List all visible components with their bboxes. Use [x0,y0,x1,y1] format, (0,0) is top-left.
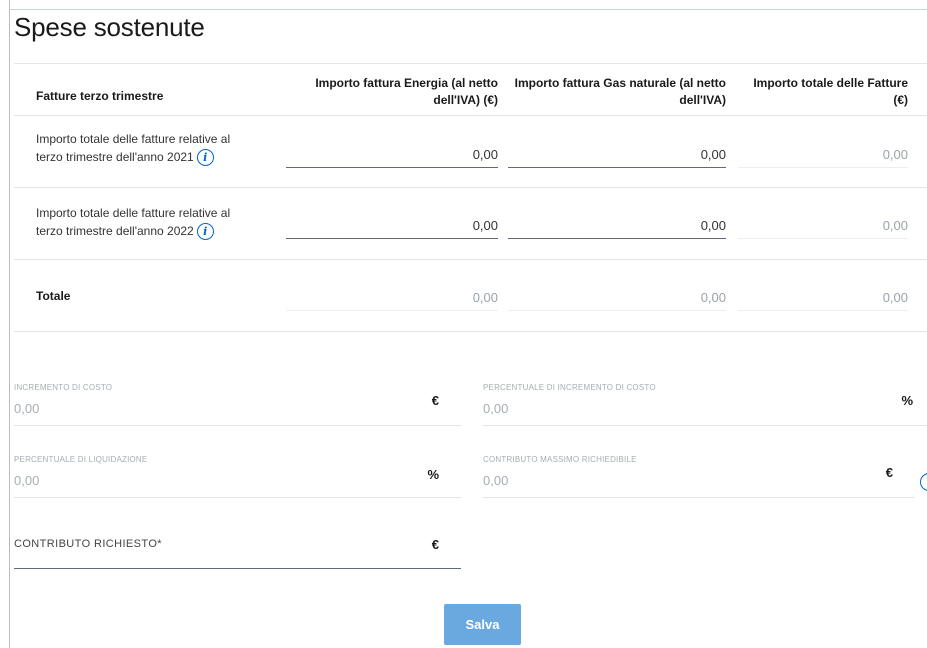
total-gas-field: 0,00 [508,282,726,311]
gas-2021-value: 0,00 [700,147,726,162]
header-totale-line2: (€) [893,93,908,107]
euro-unit: € [431,393,439,408]
incremento-costo-underline [14,425,461,426]
save-button[interactable]: Salva [444,604,521,645]
percent-unit: % [901,393,913,408]
row-2021-divider [14,187,927,188]
gas-2021-input[interactable]: 0,00 [508,139,726,168]
percentuale-liquidazione-field: PERCENTUALE DI LIQUIDAZIONE 0,00 % [14,455,461,498]
frame-top-border [9,9,927,10]
header-gas-line1: Importo fattura Gas naturale (al netto [514,76,726,90]
contributo-richiesto-input[interactable]: CONTRIBUTO RICHIESTO* € [14,520,461,569]
incremento-costo-field: INCREMENTO DI COSTO 0,00 € [14,383,461,426]
total-row-label: Totale [36,289,71,303]
percent-unit: % [427,467,439,482]
title-divider [14,63,927,64]
frame-left-border [9,0,10,648]
total-energia-value: 0,00 [472,290,498,305]
percentuale-incremento-value: 0,00 [483,401,509,416]
energia-2022-input[interactable]: 0,00 [286,210,498,239]
gas-2022-value: 0,00 [700,218,726,233]
header-totale-line1: Importo totale delle Fatture [753,76,908,90]
percentuale-liquidazione-value: 0,00 [14,473,40,488]
header-energia-line2: dell'IVA) (€) [433,93,498,107]
total-totale-field: 0,00 [738,282,908,311]
header-totale: Importo totale delle Fatture (€) [730,75,908,109]
row-2022-label: Importo totale delle fatture relative al… [36,204,286,241]
totale-2021-value: 0,00 [882,147,908,162]
percentuale-incremento-label: PERCENTUALE DI INCREMENTO DI COSTO [483,383,656,392]
euro-unit: € [885,465,893,480]
header-energia-line1: Importo fattura Energia (al netto [315,76,498,90]
incremento-costo-label: INCREMENTO DI COSTO [14,383,113,392]
percentuale-incremento-field: PERCENTUALE DI INCREMENTO DI COSTO 0,00 … [483,383,927,426]
row-2021-label-line2: terzo trimestre dell'anno 2021 i [36,148,286,167]
total-row-divider [14,331,927,332]
total-energia-field: 0,00 [286,282,498,311]
energia-2021-value: 0,00 [472,147,498,162]
contributo-massimo-label: CONTRIBUTO MASSIMO RICHIEDIBILE [483,455,637,464]
info-icon[interactable]: i [196,223,214,241]
energia-2022-value: 0,00 [472,218,498,233]
contributo-massimo-underline [483,497,915,498]
contributo-richiesto-label: CONTRIBUTO RICHIESTO* [14,538,162,550]
header-gas: Importo fattura Gas naturale (al netto d… [500,75,726,109]
row-2021-label-line1: Importo totale delle fatture relative al [36,132,231,146]
total-gas-value: 0,00 [700,290,726,305]
row-2022-label-line2: terzo trimestre dell'anno 2022 i [36,222,286,241]
row-2022-label-line1: Importo totale delle fatture relative al [36,206,231,220]
row-2022-divider [14,259,927,260]
totale-2022-field: 0,00 [738,210,908,239]
gas-2022-input[interactable]: 0,00 [508,210,726,239]
header-fatture-label: Fatture terzo trimestre [36,89,164,103]
energia-2021-input[interactable]: 0,00 [286,139,498,168]
info-icon[interactable] [920,473,927,491]
incremento-costo-value: 0,00 [14,401,40,416]
row-2021-label: Importo totale delle fatture relative al… [36,130,286,167]
totale-2021-field: 0,00 [738,139,908,168]
header-divider [14,115,927,116]
totale-2022-value: 0,00 [882,218,908,233]
euro-unit: € [431,537,439,552]
header-gas-line2: dell'IVA) [679,93,726,107]
percentuale-liquidazione-underline [14,497,461,498]
header-energia: Importo fattura Energia (al netto dell'I… [286,75,498,109]
contributo-massimo-field: CONTRIBUTO MASSIMO RICHIEDIBILE 0,00 € [483,455,915,498]
percentuale-incremento-underline [483,425,927,426]
contributo-richiesto-underline [14,568,461,569]
info-icon[interactable]: i [196,149,214,167]
contributo-massimo-value: 0,00 [483,473,509,488]
percentuale-liquidazione-label: PERCENTUALE DI LIQUIDAZIONE [14,455,148,464]
page-title: Spese sostenute [14,12,205,42]
total-totale-value: 0,00 [882,290,908,305]
